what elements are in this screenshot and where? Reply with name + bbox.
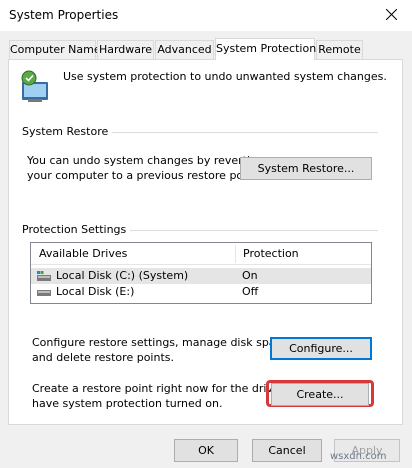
system-restore-description-line2: your computer to a previous restore poin… [27, 169, 261, 182]
system-drive-icon [37, 271, 51, 281]
column-available-drives[interactable]: Available Drives [31, 243, 235, 265]
system-restore-description: You can undo system changes by reverting… [27, 153, 264, 183]
drive-row-c[interactable]: Local Disk (C:) (System) On [31, 268, 371, 284]
tab-hardware[interactable]: Hardware [97, 40, 154, 59]
configure-description: Configure restore settings, manage disk … [32, 335, 292, 365]
drives-list[interactable]: Available Drives Protection Local Disk (… [30, 242, 372, 304]
drive-row-e[interactable]: Local Disk (E:) Off [31, 284, 371, 300]
window-title: System Properties [9, 8, 119, 22]
close-icon[interactable] [379, 4, 403, 26]
drive-name: Local Disk (C:) (System) [56, 269, 189, 282]
drive-protection-status: On [242, 269, 258, 282]
ok-button[interactable]: OK [174, 439, 238, 462]
cancel-button[interactable]: Cancel [252, 439, 322, 462]
column-protection[interactable]: Protection [235, 243, 371, 265]
drive-protection-status: Off [242, 285, 259, 298]
system-protection-icon [21, 70, 48, 102]
tab-strip: Computer Name Hardware Advanced System P… [0, 38, 412, 60]
protection-settings-title: Protection Settings [22, 223, 131, 236]
drive-name: Local Disk (E:) [56, 285, 135, 298]
drives-list-header: Available Drives Protection [31, 243, 371, 265]
tab-remote[interactable]: Remote [316, 40, 363, 59]
system-restore-button[interactable]: System Restore... [240, 157, 372, 180]
watermark: wsxdn.com [330, 451, 387, 462]
system-restore-description-line1: You can undo system changes by reverting [27, 154, 264, 167]
tab-system-protection[interactable]: System Protection [215, 38, 316, 60]
configure-description-line1: Configure restore settings, manage disk … [32, 336, 292, 349]
create-button[interactable]: Create... [271, 383, 369, 406]
tab-computer-name[interactable]: Computer Name [9, 40, 101, 59]
tab-advanced[interactable]: Advanced [155, 40, 214, 59]
system-restore-title: System Restore [22, 125, 113, 138]
configure-button[interactable]: Configure... [270, 337, 372, 360]
title-bar: System Properties [0, 0, 412, 31]
configure-description-line2: and delete restore points. [32, 351, 174, 364]
drive-icon [37, 290, 51, 296]
system-properties-window: System Properties Computer Name Hardware… [0, 0, 412, 468]
intro-text: Use system protection to undo unwanted s… [63, 70, 387, 83]
